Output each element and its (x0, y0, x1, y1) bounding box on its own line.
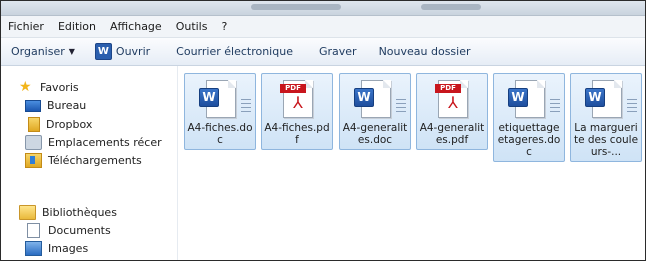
title-bar-decoration (421, 4, 481, 10)
nav-documents-label: Documents (48, 224, 111, 237)
ouvrir-button[interactable]: W Ouvrir (85, 43, 160, 60)
nav-emplacements-label: Emplacements récer (48, 136, 162, 149)
nav-bibliotheques[interactable]: Bibliothèques (19, 205, 117, 220)
file-name: A4-fiches.pdf (264, 122, 330, 146)
menu-edition[interactable]: Edition (51, 20, 103, 33)
nav-bureau[interactable]: Bureau (25, 99, 86, 112)
file-item[interactable]: PDF ⅄ A4-fiches.pdf (261, 73, 333, 150)
navigation-pane: ★ Favoris Bureau Dropbox Emplacements ré… (1, 66, 177, 260)
toolbar: Organiser ▼ W Ouvrir Courrier électroniq… (1, 38, 645, 66)
organiser-button[interactable]: Organiser ▼ (1, 45, 85, 58)
nav-favoris-label: Favoris (40, 81, 79, 94)
word-icon: W (94, 43, 112, 60)
word-document-icon: W (185, 74, 255, 122)
title-bar-decoration (251, 4, 341, 10)
downloads-icon (25, 153, 42, 168)
recent-places-icon (25, 135, 42, 150)
nouveau-dossier-button[interactable]: Nouveau dossier (367, 45, 481, 58)
libraries-icon (19, 205, 36, 220)
chevron-down-icon: ▼ (68, 47, 75, 56)
word-document-icon: W (340, 74, 410, 122)
menu-help[interactable]: ? (214, 20, 234, 33)
graver-button[interactable]: Graver (303, 45, 367, 58)
menu-fichier[interactable]: Fichier (1, 20, 51, 33)
documents-icon (27, 223, 40, 238)
menu-outils[interactable]: Outils (169, 20, 215, 33)
nav-dropbox-label: Dropbox (46, 118, 93, 131)
file-item[interactable]: PDF ⅄ A4-generalites.pdf (416, 73, 488, 150)
desktop-icon (25, 99, 41, 112)
word-document-icon: W (494, 74, 564, 122)
star-icon: ★ (19, 79, 32, 95)
file-name: La marguerite des couleurs-... (573, 122, 639, 158)
menu-affichage[interactable]: Affichage (103, 20, 169, 33)
nav-documents[interactable]: Documents (25, 223, 111, 238)
nav-dropbox[interactable]: Dropbox (25, 117, 92, 132)
organiser-label: Organiser (11, 45, 65, 58)
dropbox-folder-icon (28, 117, 40, 132)
file-item[interactable]: W A4-generalites.doc (339, 73, 411, 150)
word-document-icon: W (571, 74, 641, 122)
file-item[interactable]: W A4-fiches.doc (184, 73, 256, 150)
courrier-button[interactable]: Courrier électronique (160, 45, 303, 58)
nav-images-label: Images (48, 242, 89, 255)
nav-favoris[interactable]: ★ Favoris (19, 79, 79, 95)
nav-bureau-label: Bureau (47, 99, 87, 112)
nav-emplacements[interactable]: Emplacements récer (25, 135, 162, 150)
nav-telechargements-label: Téléchargements (48, 154, 142, 167)
pane-divider (177, 66, 178, 260)
nav-telechargements[interactable]: Téléchargements (25, 153, 142, 168)
nav-images[interactable]: Images (25, 241, 88, 256)
ouvrir-label: Ouvrir (115, 45, 151, 58)
file-name: etiquettage etageres.doc (497, 122, 561, 158)
pdf-document-icon: PDF ⅄ (262, 74, 332, 122)
nav-bibliotheques-label: Bibliothèques (42, 206, 117, 219)
title-bar (1, 1, 645, 16)
images-icon (25, 241, 42, 256)
menu-bar: Fichier Edition Affichage Outils ? (1, 16, 645, 38)
explorer-window: Fichier Edition Affichage Outils ? Organ… (0, 0, 646, 261)
file-name: A4-generalites.doc (342, 122, 408, 146)
file-item[interactable]: W etiquettage etageres.doc (493, 73, 565, 162)
pdf-document-icon: PDF ⅄ (417, 74, 487, 122)
file-name: A4-fiches.doc (187, 122, 253, 146)
file-item[interactable]: W La marguerite des couleurs-... (570, 73, 642, 162)
file-name: A4-generalites.pdf (419, 122, 485, 146)
